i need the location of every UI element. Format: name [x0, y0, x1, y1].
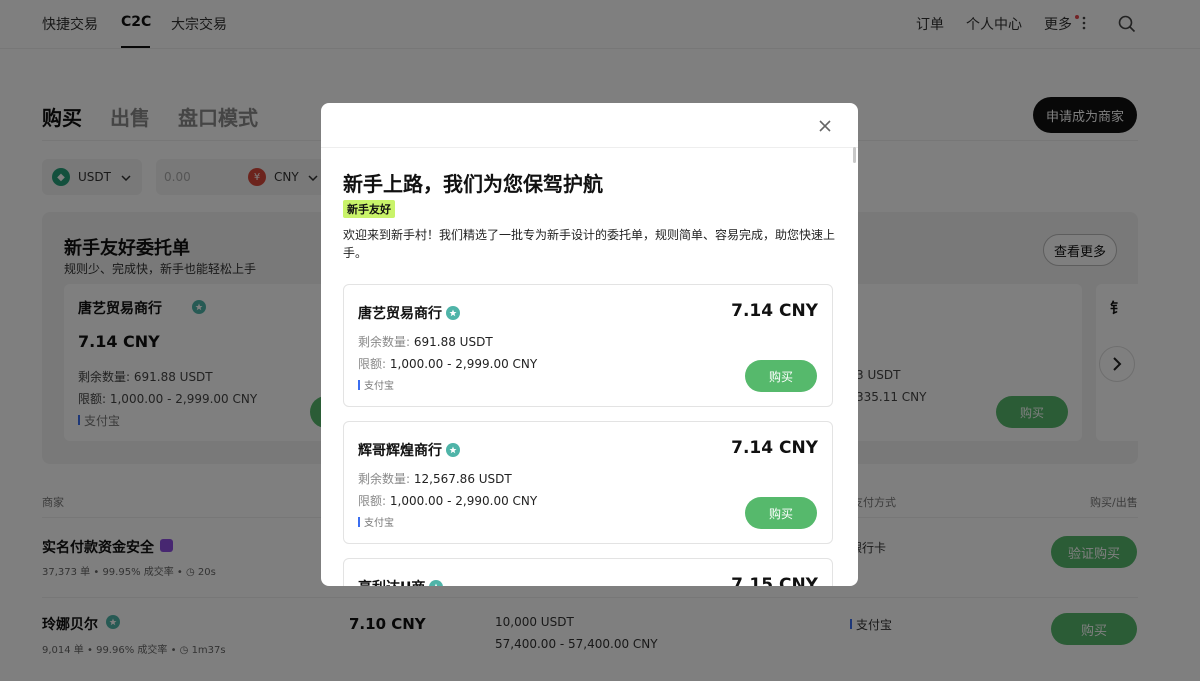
verified-icon: [446, 443, 460, 457]
offer-card: 辉哥辉煌商行 7.14 CNY 剩余数量: 12,567.86 USDT 限额:…: [343, 421, 833, 544]
offer-limit: 限额: 1,000.00 - 2,999.00 CNY: [358, 357, 538, 371]
offer-price: 7.14 CNY: [731, 301, 818, 321]
offer-merchant[interactable]: 唐艺贸易商行: [358, 303, 460, 323]
offer-price: 7.15 CNY: [731, 575, 818, 586]
offer-merchant[interactable]: 亭利达U商: [358, 577, 444, 586]
offer-payment: 支付宝: [358, 514, 394, 529]
offer-price: 7.14 CNY: [731, 438, 818, 458]
offer-remaining: 剩余数量: 12,567.86 USDT: [358, 472, 512, 486]
offer-card: 唐艺贸易商行 7.14 CNY 剩余数量: 691.88 USDT 限额: 1,…: [343, 284, 833, 407]
close-icon[interactable]: [815, 116, 835, 136]
newbie-modal: 新手上路，我们为您保驾护航 新手友好 欢迎来到新手村！我们精选了一批专为新手设计…: [321, 103, 858, 586]
offer-card: 亭利达U商 7.15 CNY: [343, 558, 833, 586]
offer-remaining: 剩余数量: 691.88 USDT: [358, 335, 493, 349]
modal-title: 新手上路，我们为您保驾护航: [343, 172, 603, 196]
modal-description: 欢迎来到新手村！我们精选了一批专为新手设计的委托单，规则简单、容易完成，助您快速…: [343, 228, 836, 260]
offer-limit: 限额: 1,000.00 - 2,990.00 CNY: [358, 494, 538, 508]
verified-icon: [429, 580, 444, 586]
buy-button[interactable]: 购买: [745, 360, 817, 392]
newbie-badge: 新手友好: [343, 200, 395, 218]
verified-icon: [446, 306, 460, 320]
offer-payment: 支付宝: [358, 377, 394, 392]
buy-button[interactable]: 购买: [745, 497, 817, 529]
modal-body: 新手上路，我们为您保驾护航 新手友好 欢迎来到新手村！我们精选了一批专为新手设计…: [321, 148, 858, 586]
offer-merchant[interactable]: 辉哥辉煌商行: [358, 440, 460, 460]
